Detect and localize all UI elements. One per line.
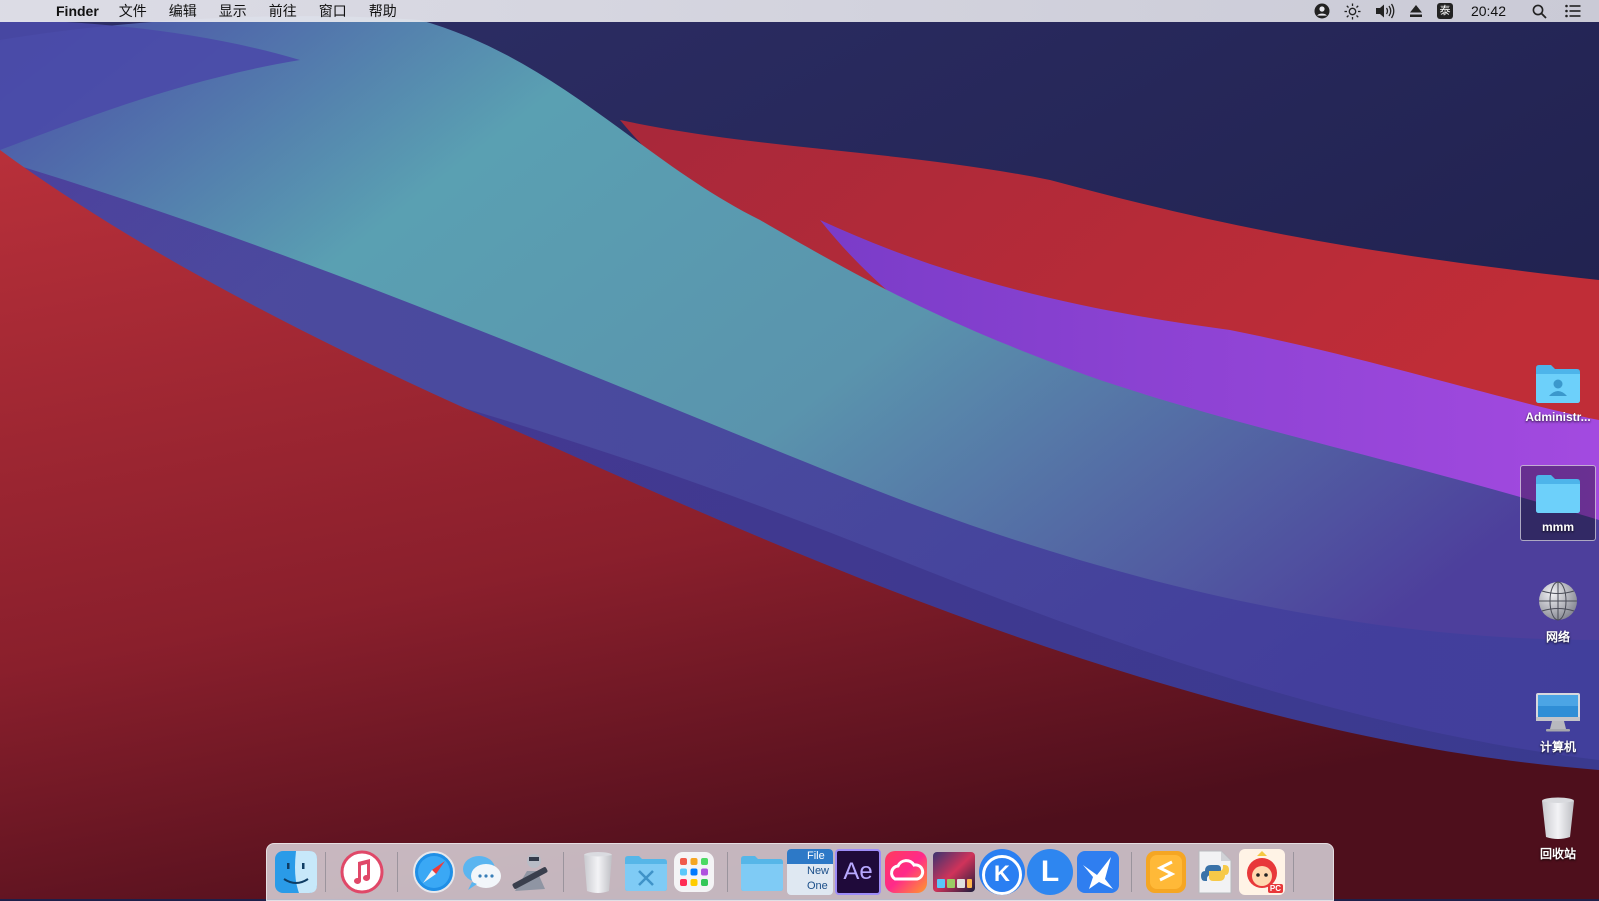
k-app-label: K (982, 855, 1022, 895)
menu-edit[interactable]: 编辑 (169, 0, 197, 22)
python-file-icon[interactable] (1191, 849, 1237, 895)
menu-view[interactable]: 显示 (219, 0, 247, 22)
menu-window[interactable]: 窗口 (319, 0, 347, 22)
menu-clock[interactable]: 20:42 (1471, 3, 1506, 19)
ime-label: 泰 (1436, 3, 1453, 19)
folder-icon (1536, 475, 1580, 513)
messages-icon[interactable] (459, 849, 505, 895)
dock: File New One Ae K L PC (266, 843, 1334, 901)
after-effects-label: Ae (843, 858, 873, 885)
desktop-icon-label: mmm (1541, 520, 1574, 534)
desktop-icon-administrator[interactable]: Administr... (1521, 360, 1595, 424)
mascot-pc-badge: PC (1267, 884, 1283, 893)
input-method-icon[interactable]: 泰 (1436, 0, 1453, 22)
dock-separator (727, 852, 728, 892)
after-effects-icon[interactable]: Ae (835, 849, 881, 895)
dock-separator (1293, 852, 1294, 892)
creative-cloud-icon[interactable] (883, 849, 929, 895)
trash-icon (1542, 797, 1574, 839)
itunes-icon[interactable] (339, 849, 385, 895)
desktop-icon-mmm[interactable]: mmm (1520, 465, 1596, 541)
dock-separator (397, 852, 398, 892)
sublime-text-icon[interactable] (1143, 849, 1189, 895)
notification-list-icon[interactable] (1565, 0, 1581, 22)
menu-bar-right: 泰 20:42 (1300, 0, 1599, 22)
menu-bar-left: Finder 文件 编辑 显示 前往 窗口 帮助 (0, 0, 419, 22)
trash-can-icon[interactable] (575, 849, 621, 895)
desktop-icon-label: 计算机 (1539, 740, 1576, 754)
finder-icon[interactable] (273, 849, 319, 895)
eject-icon[interactable] (1409, 0, 1423, 22)
menu-help[interactable]: 帮助 (369, 0, 397, 22)
folder-icon[interactable] (739, 849, 785, 895)
desktop-icon-label: 网络 (1545, 630, 1570, 644)
launchpad-icon[interactable] (671, 849, 717, 895)
desktop-icon-computer[interactable]: 计算机 (1521, 688, 1595, 755)
file-new-line-2: New (807, 865, 830, 877)
user-folder-icon (1536, 365, 1580, 403)
brightness-icon[interactable] (1344, 0, 1361, 22)
l-app-label: L (1040, 855, 1060, 888)
spotlight-search-icon[interactable] (1532, 0, 1547, 22)
desktop-icon-network[interactable]: 网络 (1521, 578, 1595, 645)
computer-monitor-icon (1536, 693, 1580, 732)
dock-separator (325, 852, 326, 892)
menu-app-finder[interactable]: Finder (56, 0, 99, 22)
dock-separator (563, 852, 564, 892)
automator-icon[interactable] (507, 849, 553, 895)
menu-bar: Finder 文件 编辑 显示 前往 窗口 帮助 泰 20:42 (0, 0, 1599, 22)
l-app-icon[interactable]: L (1027, 849, 1073, 895)
volume-icon[interactable] (1375, 0, 1395, 22)
desktop-icon-label: 回收站 (1539, 847, 1576, 861)
file-new-line-1: File (787, 849, 833, 864)
network-globe-icon (1539, 581, 1577, 621)
mascot-pc-icon[interactable]: PC (1239, 849, 1285, 895)
desktop-icon-label: Administr... (1525, 410, 1591, 424)
safari-icon[interactable] (411, 849, 457, 895)
utilities-folder-icon[interactable] (623, 849, 669, 895)
screen-tiles-icon[interactable] (931, 849, 977, 895)
menu-go[interactable]: 前往 (269, 0, 297, 22)
desktop-icon-trash[interactable]: 回收站 (1521, 795, 1595, 862)
feishu-icon[interactable] (1075, 849, 1121, 895)
file-new-line-3: One (807, 880, 828, 892)
desktop-wallpaper (0, 0, 1599, 899)
k-app-icon[interactable]: K (979, 849, 1025, 895)
user-circle-icon[interactable] (1314, 0, 1330, 22)
dock-separator (1131, 852, 1132, 892)
menu-file[interactable]: 文件 (119, 0, 147, 22)
file-new-icon[interactable]: File New One (787, 849, 833, 895)
